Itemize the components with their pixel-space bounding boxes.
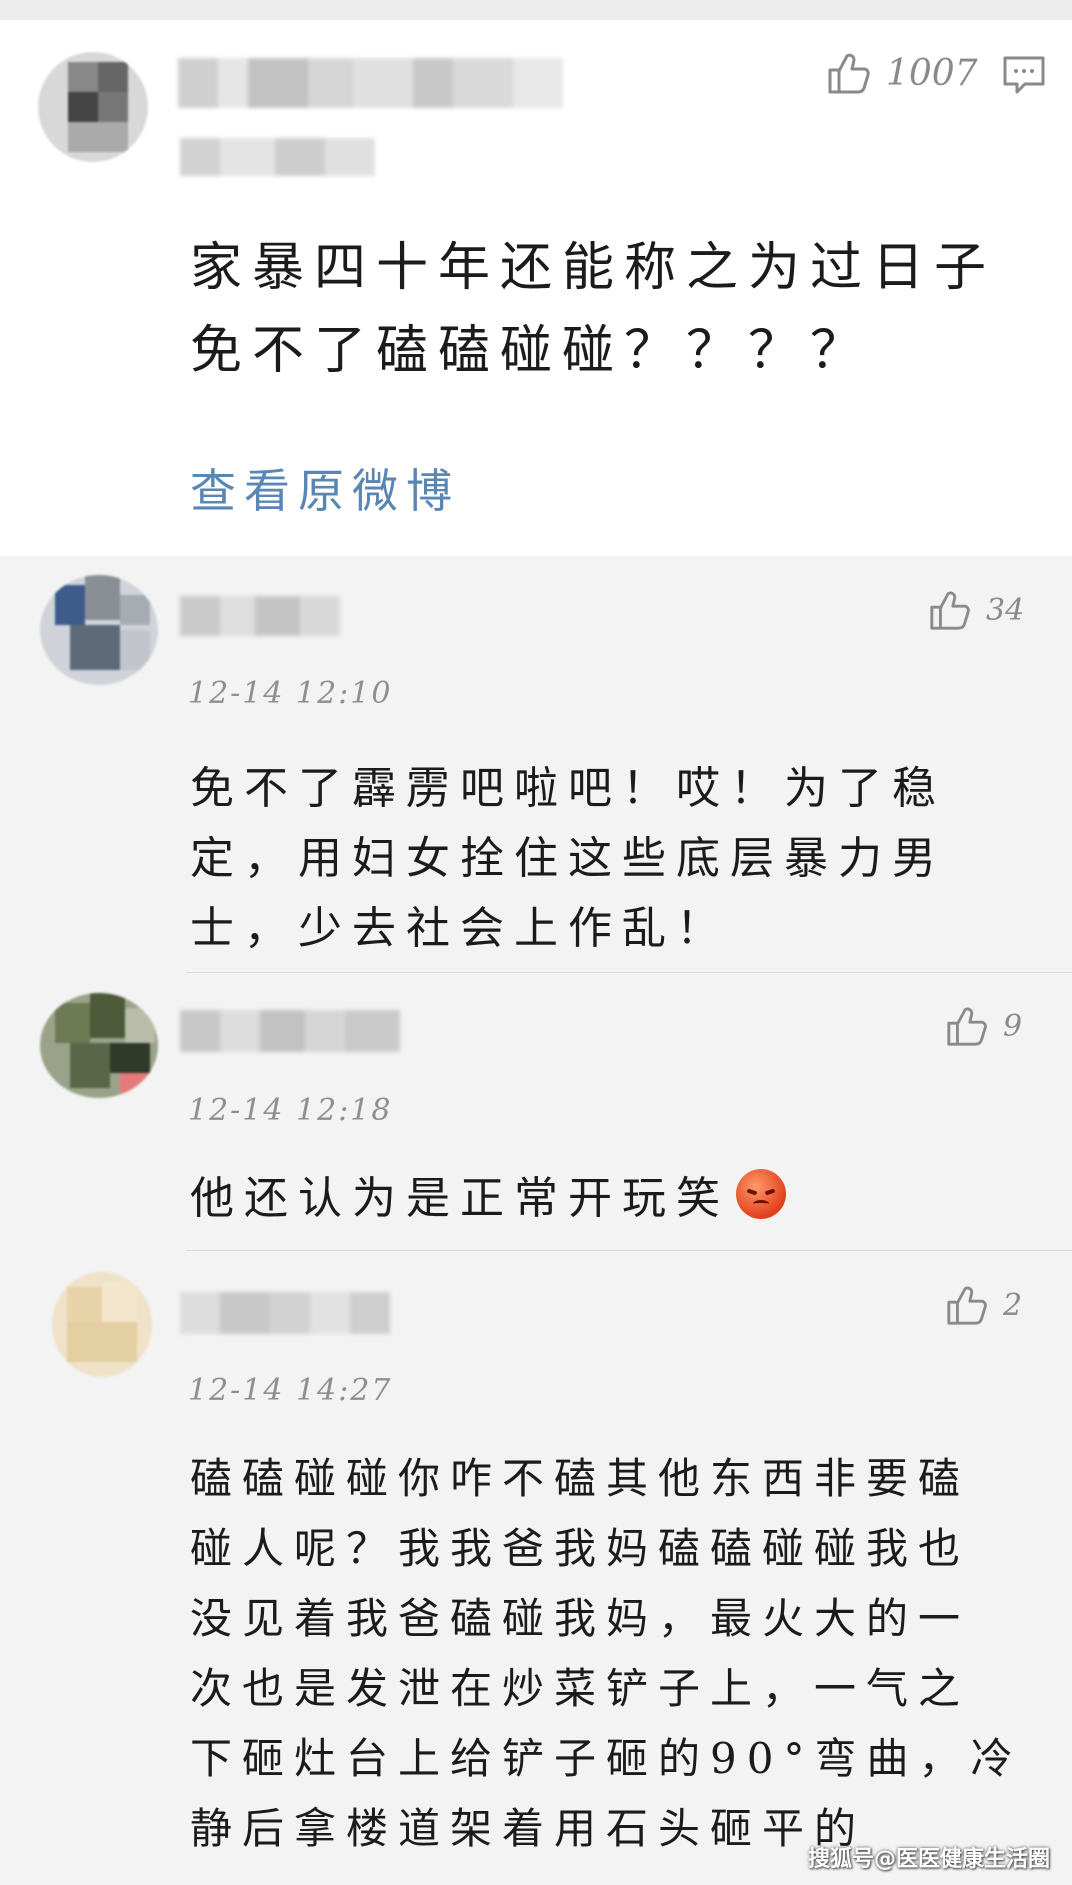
reply-timestamp: 12-14 12:10 <box>188 676 393 711</box>
like-count: 34 <box>986 592 1025 628</box>
reply-timestamp: 12-14 12:18 <box>188 1093 393 1128</box>
like-button[interactable]: 2 <box>945 1283 1022 1327</box>
like-count: 2 <box>1003 1287 1023 1323</box>
comment-text-line: 免不了磕磕碰碰？？？？ <box>190 321 873 381</box>
like-count: 9 <box>1003 1008 1023 1044</box>
reply-text-line: 他还认为是正常开玩笑 <box>190 1173 730 1224</box>
reply-text-line: 没见着我爸磕碰我妈，最火大的一 <box>190 1594 971 1643</box>
reply-text-line: 静后拿楼道架着用石头砸平的 <box>190 1804 867 1853</box>
watermark: 搜狐号@医医健康生活圈 <box>807 1847 1050 1872</box>
thumbs-up-icon <box>930 591 970 630</box>
reply-text-line: 士，少去社会上作乱！ <box>190 903 730 954</box>
reply-text-row: 他还认为是正常开玩笑 <box>190 1162 786 1226</box>
divider <box>186 1250 1072 1251</box>
reply-text-line: 碰人呢？我我爸我妈磕磕碰碰我也 <box>190 1524 971 1573</box>
top-strip <box>0 0 1072 21</box>
reply-text-line: 下砸灶台上给铲子砸的90°弯曲，冷 <box>190 1734 1023 1783</box>
reply-text-line: 定，用妇女拴住这些底层暴力男 <box>190 833 946 884</box>
reply-timestamp: 12-14 14:27 <box>188 1373 393 1408</box>
thumbs-up-icon <box>947 1286 987 1325</box>
main-comment-card: 1007 家暴四十年还能称之为过日子 免不了磕磕碰碰？？？？ 查看原微博 <box>0 20 1072 556</box>
username-redacted[interactable] <box>180 596 340 636</box>
like-button[interactable]: 1007 <box>826 50 978 96</box>
like-button[interactable]: 34 <box>928 588 1024 632</box>
like-button[interactable]: 9 <box>945 1004 1022 1048</box>
like-count: 1007 <box>886 52 978 94</box>
comment-text-line: 家暴四十年还能称之为过日子 <box>190 238 997 298</box>
angry-face-emoji <box>736 1169 786 1219</box>
avatar[interactable] <box>52 1272 152 1377</box>
avatar[interactable] <box>40 993 158 1098</box>
comment-icon[interactable] <box>1002 54 1046 98</box>
view-original-link[interactable]: 查看原微博 <box>190 455 460 521</box>
reply-text-line: 免不了霹雳吧啦吧！哎！为了稳 <box>190 763 946 814</box>
avatar[interactable] <box>38 52 148 162</box>
divider <box>186 972 1072 973</box>
username-redacted[interactable] <box>180 1010 400 1052</box>
reply-text-line: 磕磕碰碰你咋不磕其他东西非要磕 <box>190 1454 971 1503</box>
username-redacted[interactable] <box>180 1292 390 1334</box>
thumbs-up-icon <box>947 1007 987 1046</box>
avatar[interactable] <box>40 575 158 685</box>
reply-text-line: 次也是发泄在炒菜铲子上，一气之 <box>190 1664 971 1713</box>
timestamp-redacted <box>180 138 375 176</box>
thumbs-up-icon <box>828 53 870 94</box>
username-redacted[interactable] <box>178 58 563 108</box>
